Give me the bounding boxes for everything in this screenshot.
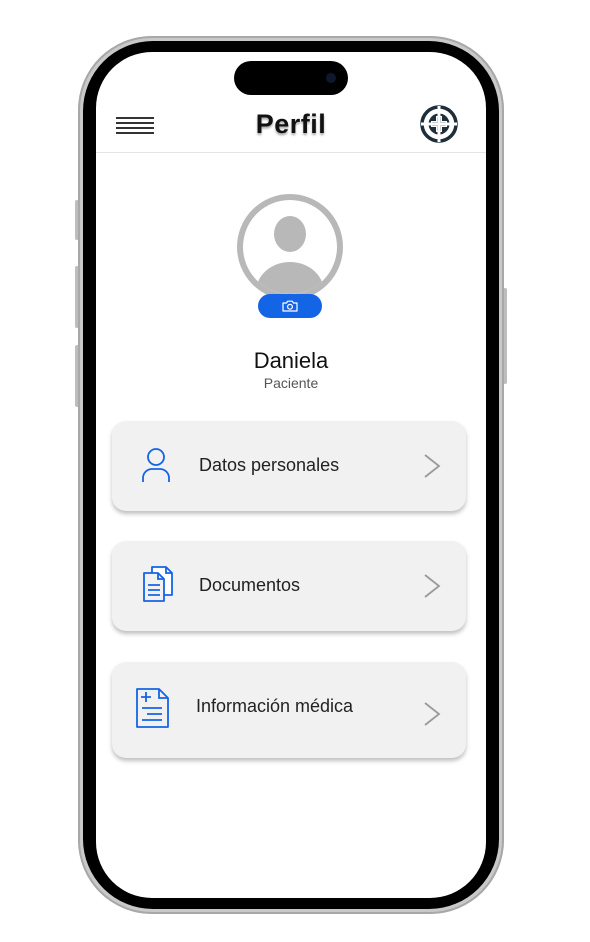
- user-name: Daniela: [253, 348, 329, 373]
- person-icon: [142, 448, 170, 482]
- chevron-right-icon: [424, 574, 441, 598]
- change-photo-button[interactable]: [258, 294, 322, 318]
- user-role: Paciente: [263, 375, 319, 391]
- app-header: Perfil: [96, 104, 486, 153]
- chevron-right-icon: [424, 454, 441, 478]
- datos-personales-card[interactable]: Datos personales: [112, 421, 466, 511]
- front-camera: [326, 73, 336, 83]
- informacion-medica-card[interactable]: Información médica: [112, 662, 466, 758]
- medical-cross-logo-icon[interactable]: [419, 104, 459, 144]
- avatar[interactable]: [237, 194, 343, 300]
- card-label: Información médica: [196, 696, 354, 716]
- card-label: Datos personales: [199, 455, 340, 475]
- dynamic-island: [234, 61, 348, 95]
- documentos-card[interactable]: Documentos: [112, 541, 466, 631]
- medical-record-icon: [136, 688, 169, 728]
- avatar-head-shape: [274, 216, 306, 252]
- card-label: Documentos: [199, 575, 301, 595]
- phone-screen: Perfil Daniela Paciente Datos personales: [96, 52, 486, 898]
- camera-icon: [282, 300, 298, 312]
- documents-icon: [143, 566, 173, 602]
- chevron-right-icon: [424, 702, 441, 726]
